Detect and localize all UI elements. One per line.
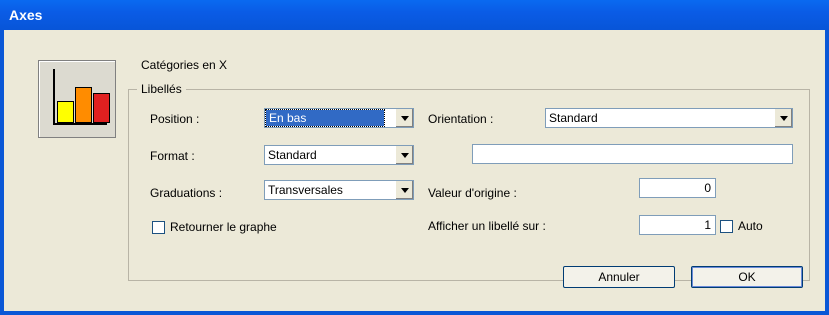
auto-label: Auto <box>738 219 763 233</box>
format-select[interactable]: Standard <box>264 145 414 165</box>
origin-label: Valeur d'origine : <box>428 186 517 200</box>
graduations-select[interactable]: Transversales <box>264 180 414 200</box>
orientation-label: Orientation : <box>428 112 494 126</box>
axis-caption: Catégories en X <box>141 58 228 72</box>
orientation-dropdown-button[interactable] <box>774 109 792 127</box>
cancel-button[interactable]: Annuler <box>563 266 675 288</box>
orientation-value: Standard <box>549 111 598 125</box>
axes-dialog: Axes Catégories en X Libellés Position :… <box>0 0 829 315</box>
flip-graph-checkbox[interactable] <box>152 221 165 234</box>
title-bar[interactable]: Axes <box>0 0 829 30</box>
orientation-select[interactable]: Standard <box>545 108 793 128</box>
label-every-input[interactable]: 1 <box>639 215 716 235</box>
graduations-dropdown-button[interactable] <box>395 181 413 199</box>
chart-icon-bar-yellow <box>57 101 74 123</box>
chart-icon-y-axis <box>53 69 55 125</box>
format-dropdown-button[interactable] <box>395 146 413 164</box>
dialog-body: Catégories en X Libellés Position : En b… <box>4 30 825 311</box>
position-select[interactable]: En bas <box>264 108 414 128</box>
graduations-value: Transversales <box>268 183 343 197</box>
bar-chart-icon <box>38 60 116 138</box>
format-text-input[interactable] <box>472 144 793 164</box>
labels-group-title: Libellés <box>141 82 182 96</box>
chart-icon-bar-orange <box>75 87 92 123</box>
chart-icon-bar-red <box>93 93 110 123</box>
window-title: Axes <box>9 7 43 23</box>
origin-value: 0 <box>704 181 711 195</box>
position-dropdown-button[interactable] <box>395 109 413 127</box>
flip-graph-label: Retourner le graphe <box>170 220 277 234</box>
label-every-label: Afficher un libellé sur : <box>428 219 546 233</box>
auto-checkbox[interactable] <box>720 220 733 233</box>
chart-icon-x-axis <box>53 123 107 125</box>
ok-button[interactable]: OK <box>691 266 803 288</box>
label-every-value: 1 <box>704 218 711 232</box>
position-value: En bas <box>265 109 385 127</box>
position-label: Position : <box>150 112 200 126</box>
origin-input[interactable]: 0 <box>639 178 716 198</box>
format-label: Format : <box>150 149 195 163</box>
graduations-label: Graduations : <box>150 186 223 200</box>
format-value: Standard <box>268 148 317 162</box>
